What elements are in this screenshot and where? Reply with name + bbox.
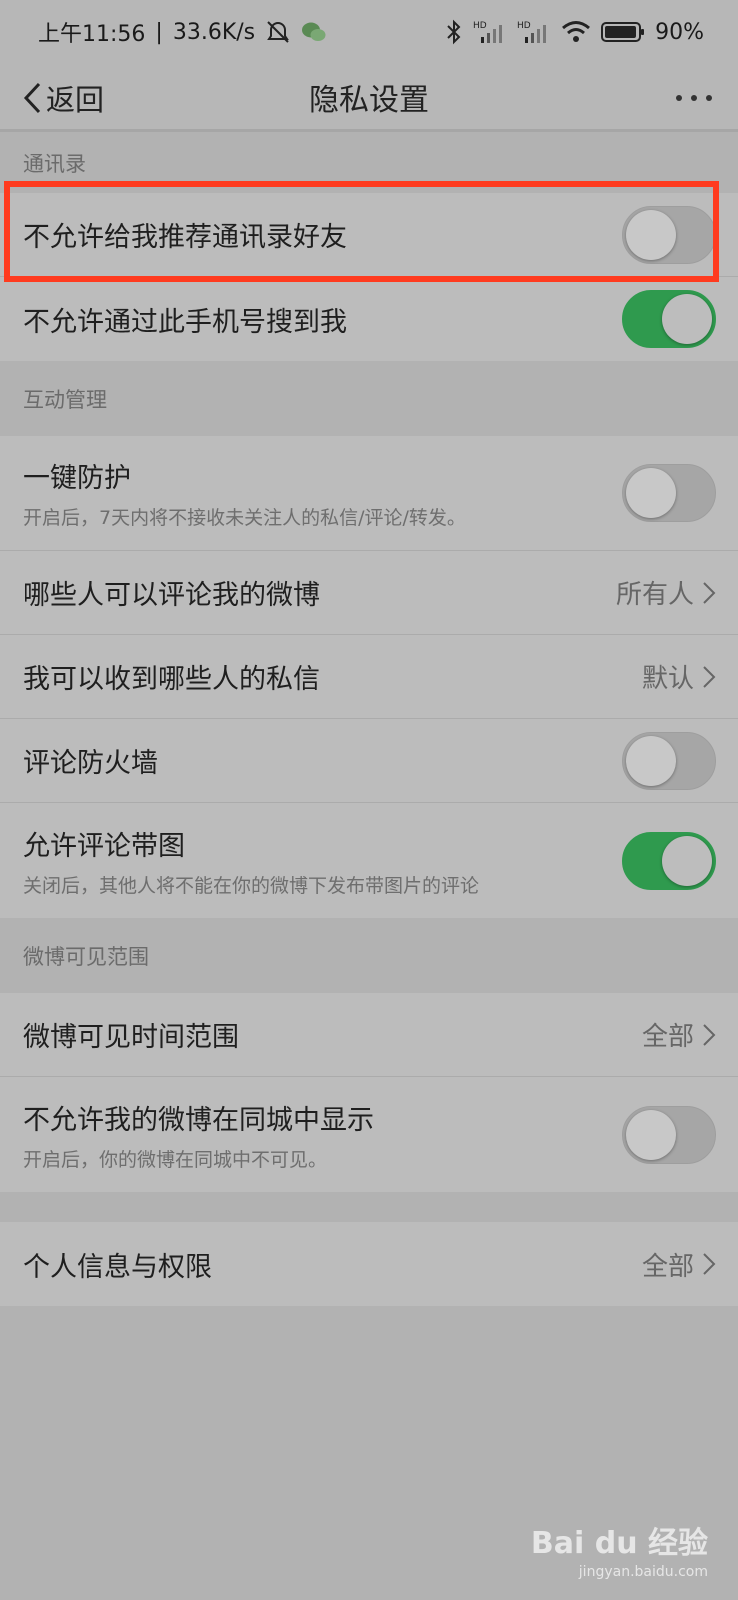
setting-description: 开启后，7天内将不接收未关注人的私信/评论/转发。 <box>23 507 466 529</box>
setting-label: 微博可见时间范围 <box>23 1022 239 1053</box>
signal-hd-icon: HD <box>517 19 551 45</box>
setting-value: 全部 <box>641 1022 694 1052</box>
toggle-switch-on[interactable] <box>622 831 716 890</box>
watermark-url: jingyan.baidu.com <box>578 1564 708 1580</box>
setting-row-hide-in-local[interactable]: 不允许我的微博在同城中显示 开启后，你的微博在同城中不可见。 <box>0 1077 738 1192</box>
setting-row-comment-firewall[interactable]: 评论防火墙 <box>0 719 738 803</box>
svg-text:HD: HD <box>473 21 487 31</box>
status-network-speed: 33.6K/s <box>172 19 256 45</box>
setting-description: 开启后，你的微博在同城中不可见。 <box>23 1148 328 1171</box>
chevron-right-icon <box>702 1023 716 1047</box>
signal-hd-icon: HD <box>473 19 507 45</box>
setting-row-who-can-comment[interactable]: 哪些人可以评论我的微博 所有人 <box>0 551 738 635</box>
back-button[interactable]: 返回 <box>22 64 104 132</box>
chevron-left-icon <box>22 81 42 115</box>
toggle-switch-off[interactable] <box>622 464 716 522</box>
toggle-switch-on[interactable] <box>622 290 716 348</box>
status-bar: 上午11:56 | 33.6K/s HD HD 90% <box>0 0 738 64</box>
toggle-switch-off[interactable] <box>622 731 716 790</box>
setting-row-personal-info[interactable]: 个人信息与权限 全部 <box>0 1222 738 1306</box>
battery-icon <box>601 20 645 44</box>
status-time: 上午11:56 <box>38 22 146 47</box>
setting-value: 所有人 <box>615 580 694 610</box>
watermark-brand: Bai du 经验 <box>530 1526 708 1561</box>
setting-row-one-key-protect[interactable]: 一键防护 开启后，7天内将不接收未关注人的私信/评论/转发。 <box>0 436 738 551</box>
setting-label: 不允许通过此手机号搜到我 <box>23 306 347 338</box>
chevron-right-icon <box>702 1252 716 1276</box>
chevron-right-icon <box>702 665 716 689</box>
section-header-visibility: 微博可见范围 <box>0 918 738 993</box>
highlight-box <box>4 181 719 282</box>
section-gap <box>0 1192 738 1222</box>
baidu-watermark: Bai du 经验 jingyan.baidu.com <box>531 1518 708 1580</box>
setting-label: 个人信息与权限 <box>23 1251 212 1283</box>
setting-value: 默认 <box>641 664 694 694</box>
nav-bar: 返回 隐私设置 <box>0 64 738 132</box>
setting-row-private-message[interactable]: 我可以收到哪些人的私信 默认 <box>0 635 738 719</box>
alarm-off-icon <box>265 19 291 45</box>
wifi-icon <box>561 20 591 44</box>
svg-text:HD: HD <box>517 21 531 31</box>
wechat-icon <box>301 20 327 44</box>
setting-label: 一键防护 <box>23 463 131 494</box>
battery-percent: 90% <box>655 19 704 45</box>
setting-label: 哪些人可以评论我的微博 <box>23 580 320 611</box>
back-label: 返回 <box>46 83 105 117</box>
setting-label: 不允许我的微博在同城中显示 <box>23 1104 374 1136</box>
setting-value: 全部 <box>641 1251 694 1282</box>
setting-description: 关闭后，其他人将不能在你的微博下发布带图片的评论 <box>23 874 480 897</box>
setting-label: 评论防火墙 <box>23 748 158 779</box>
setting-label: 我可以收到哪些人的私信 <box>23 664 320 695</box>
page-title: 隐私设置 <box>309 82 429 118</box>
bluetooth-icon <box>445 19 463 45</box>
chevron-right-icon <box>702 581 716 605</box>
setting-row-comment-images[interactable]: 允许评论带图 关闭后，其他人将不能在你的微博下发布带图片的评论 <box>0 803 738 918</box>
setting-row-no-phone-search[interactable]: 不允许通过此手机号搜到我 <box>0 277 738 361</box>
setting-label: 允许评论带图 <box>23 830 185 862</box>
section-header-interaction: 互动管理 <box>0 361 738 436</box>
toggle-switch-off[interactable] <box>622 1105 716 1164</box>
more-menu-icon[interactable] <box>676 64 712 132</box>
setting-row-visible-time-range[interactable]: 微博可见时间范围 全部 <box>0 993 738 1077</box>
